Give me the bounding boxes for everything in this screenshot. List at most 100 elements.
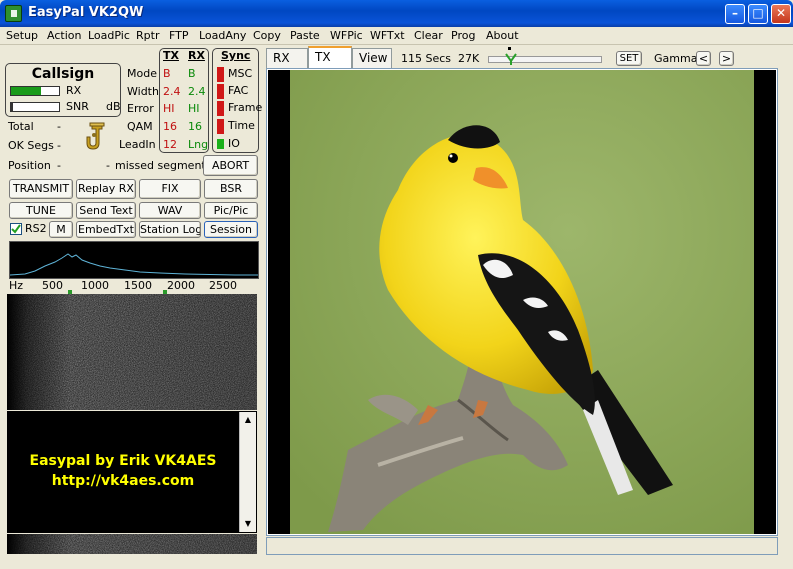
snr-meter-fill: [11, 103, 14, 111]
status-bar: [266, 537, 778, 555]
embed-txt-button[interactable]: EmbedTxt: [76, 221, 136, 238]
tx-header: TX: [163, 49, 179, 62]
param-label-mode: Mode: [127, 67, 157, 80]
sync-indicator-msc: [217, 67, 224, 82]
maximize-button[interactable]: □: [748, 4, 768, 24]
sync-indicator-fac: [217, 84, 224, 99]
sync-label-fac: FAC: [228, 84, 249, 97]
total-label: Total: [8, 120, 34, 133]
transmit-button[interactable]: TRANSMIT: [9, 179, 73, 199]
gamma-decrease-button[interactable]: <: [696, 51, 711, 66]
bird-picture: [268, 70, 776, 534]
menu-paste[interactable]: Paste: [290, 29, 320, 42]
menu-copy[interactable]: Copy: [253, 29, 281, 42]
waterfall-secondary-noise: [7, 534, 257, 554]
spectrum-display: [9, 241, 259, 279]
rx-header: RX: [188, 49, 205, 62]
abort-button[interactable]: ABORT: [203, 155, 258, 176]
pic-pic-button[interactable]: Pic/Pic: [204, 202, 258, 219]
snr-unit: dB: [106, 100, 121, 113]
text-panel-scrollbar[interactable]: ▲ ▼: [239, 412, 256, 532]
progress-tick-icon: [508, 47, 511, 50]
menu-loadpic[interactable]: LoadPic: [88, 29, 130, 42]
bsr-button[interactable]: BSR: [204, 179, 258, 199]
rx-meter-fill: [11, 87, 41, 95]
menu-wfpic[interactable]: WFPic: [330, 29, 363, 42]
m-button[interactable]: M: [49, 221, 73, 238]
menu-prog[interactable]: Prog: [451, 29, 475, 42]
menu-about[interactable]: About: [486, 29, 519, 42]
waterfall-secondary: [7, 534, 257, 554]
position-label: Position: [8, 159, 51, 172]
rx-qam: 16: [188, 120, 202, 133]
menu-ftp[interactable]: FTP: [169, 29, 189, 42]
menu-setup[interactable]: Setup: [6, 29, 38, 42]
rx-leadin: Lng: [188, 138, 209, 151]
tx-qam: 16: [163, 120, 177, 133]
tx-mode: B: [163, 67, 171, 80]
sync-indicator-time: [217, 119, 224, 134]
tune-button[interactable]: TUNE: [9, 202, 73, 219]
ok-segs-label: OK Segs: [8, 139, 54, 152]
window-title: EasyPal VK2QW: [28, 5, 144, 20]
rs2-checkbox[interactable]: [10, 223, 22, 235]
txrx-panel: TX RX B B 2.4 2.4 HI HI 16 16 12 Lng: [159, 48, 209, 153]
tab-rx[interactable]: RX: [266, 48, 308, 68]
rx-error: HI: [188, 102, 200, 115]
spectrum-tick-2000: 2000: [167, 279, 195, 292]
spectrum-unit: Hz: [9, 279, 24, 292]
spectrum-trace: [9, 253, 258, 276]
sync-label-frame: Frame: [228, 101, 263, 114]
menu-wftxt[interactable]: WFTxt: [370, 29, 405, 42]
session-button[interactable]: Session: [204, 221, 258, 238]
text-panel-line2: http://vk4aes.com: [51, 473, 195, 489]
spectrum-tick-1000: 1000: [81, 279, 109, 292]
sync-label-io: IO: [228, 137, 240, 150]
rs2-label: RS2: [25, 222, 47, 235]
scroll-up-icon[interactable]: ▲: [242, 414, 254, 426]
missed-value: -: [106, 159, 110, 172]
set-button[interactable]: SET: [616, 51, 642, 66]
spectrum-tick-2500: 2500: [209, 279, 237, 292]
tab-tx[interactable]: TX: [308, 46, 352, 69]
gamma-increase-button[interactable]: >: [719, 51, 734, 66]
tx-width: 2.4: [163, 85, 181, 98]
total-value: -: [57, 120, 61, 133]
sync-header: Sync: [221, 49, 251, 62]
snr-label: SNR: [66, 100, 89, 113]
progress-slider-icon[interactable]: [504, 52, 518, 66]
menu-action[interactable]: Action: [47, 29, 81, 42]
menu-clear[interactable]: Clear: [414, 29, 443, 42]
sync-panel: Sync MSC FAC Frame Time IO: [212, 48, 263, 153]
param-label-qam: QAM: [127, 120, 153, 133]
scroll-down-icon[interactable]: ▼: [242, 518, 254, 530]
callsign-panel: Callsign RX SNR dB: [5, 63, 121, 117]
position-value: -: [57, 159, 61, 172]
sync-indicator-frame: [217, 101, 224, 116]
sync-label-time: Time: [228, 119, 255, 132]
checkmark-icon: [11, 224, 21, 234]
minimize-button[interactable]: –: [725, 4, 745, 24]
tab-view[interactable]: View: [352, 48, 392, 68]
rx-mode: B: [188, 67, 196, 80]
app-icon: [5, 5, 22, 22]
replay-rx-button[interactable]: Replay RX: [76, 179, 136, 199]
text-panel: Easypal by Erik VK4AES http://vk4aes.com: [7, 411, 257, 533]
waterfall-noise: [7, 294, 257, 410]
missed-label: missed segments: [115, 159, 212, 172]
wav-button[interactable]: WAV: [139, 202, 201, 219]
rx-width: 2.4: [188, 85, 206, 98]
param-label-leadin: LeadIn: [119, 138, 156, 151]
fix-button[interactable]: FIX: [139, 179, 201, 199]
menu-bar: Setup Action LoadPic Rptr FTP LoadAny Co…: [0, 27, 793, 45]
send-text-button[interactable]: Send Text: [76, 202, 136, 219]
file-size: 27K: [458, 52, 480, 65]
tuba-icon: [86, 122, 105, 150]
menu-rptr[interactable]: Rptr: [136, 29, 159, 42]
station-log-button[interactable]: Station Log: [139, 221, 201, 238]
close-button[interactable]: ✕: [771, 4, 791, 24]
tx-error: HI: [163, 102, 175, 115]
param-label-error: Error: [127, 102, 154, 115]
sync-label-msc: MSC: [228, 67, 253, 80]
menu-loadany[interactable]: LoadAny: [199, 29, 246, 42]
